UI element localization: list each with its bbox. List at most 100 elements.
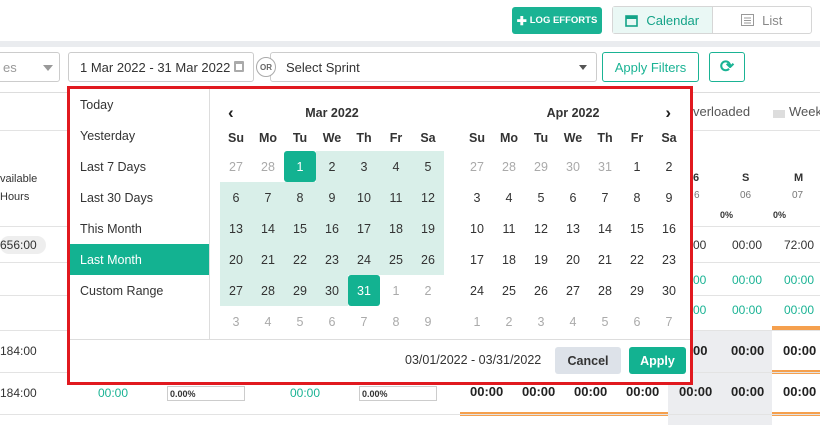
refresh-button[interactable]: ⟳ bbox=[709, 52, 745, 82]
calendar-day[interactable]: 29 bbox=[284, 275, 316, 306]
range-option[interactable]: Last 30 Days bbox=[70, 182, 209, 213]
calendar-day[interactable]: 17 bbox=[461, 244, 493, 275]
calendar-day[interactable]: 5 bbox=[589, 306, 621, 337]
calendar-day[interactable]: 6 bbox=[220, 182, 252, 213]
calendar-day[interactable]: 7 bbox=[589, 182, 621, 213]
calendar-day[interactable]: 30 bbox=[557, 151, 589, 182]
apply-button[interactable]: Apply bbox=[629, 347, 686, 374]
calendar-day[interactable]: 18 bbox=[493, 244, 525, 275]
type-select[interactable]: es bbox=[0, 52, 60, 82]
calendar-day[interactable]: 27 bbox=[220, 275, 252, 306]
range-option[interactable]: Custom Range bbox=[70, 275, 209, 306]
calendar-day[interactable]: 1 bbox=[380, 275, 412, 306]
calendar-day[interactable]: 6 bbox=[621, 306, 653, 337]
calendar-day[interactable]: 15 bbox=[621, 213, 653, 244]
calendar-day[interactable]: 2 bbox=[412, 275, 444, 306]
calendar-day[interactable]: 31 bbox=[348, 275, 380, 306]
calendar-day[interactable]: 24 bbox=[461, 275, 493, 306]
calendar-day[interactable]: 28 bbox=[589, 275, 621, 306]
calendar-day[interactable]: 1 bbox=[461, 306, 493, 337]
calendar-day[interactable]: 27 bbox=[557, 275, 589, 306]
calendar-day[interactable]: 9 bbox=[653, 182, 685, 213]
calendar-day[interactable]: 28 bbox=[252, 275, 284, 306]
calendar-day[interactable]: 11 bbox=[380, 182, 412, 213]
log-efforts-button[interactable]: ✚ LOG EFFORTS bbox=[512, 7, 602, 34]
calendar-day[interactable]: 30 bbox=[653, 275, 685, 306]
range-option[interactable]: Last 7 Days bbox=[70, 151, 209, 182]
calendar-day[interactable]: 27 bbox=[220, 151, 252, 182]
calendar-day[interactable]: 12 bbox=[412, 182, 444, 213]
calendar-day[interactable]: 8 bbox=[380, 306, 412, 337]
calendar-day[interactable]: 25 bbox=[493, 275, 525, 306]
calendar-day[interactable]: 9 bbox=[316, 182, 348, 213]
calendar-day[interactable]: 29 bbox=[525, 151, 557, 182]
calendar-day[interactable]: 3 bbox=[525, 306, 557, 337]
calendar-day[interactable]: 24 bbox=[348, 244, 380, 275]
calendar-day[interactable]: 13 bbox=[220, 213, 252, 244]
calendar-day[interactable]: 2 bbox=[316, 151, 348, 182]
calendar-day[interactable]: 15 bbox=[284, 213, 316, 244]
calendar-day[interactable]: 4 bbox=[557, 306, 589, 337]
calendar-day[interactable]: 23 bbox=[316, 244, 348, 275]
calendar-day[interactable]: 30 bbox=[316, 275, 348, 306]
sprint-select[interactable]: Select Sprint bbox=[270, 52, 597, 82]
calendar-view-button[interactable]: Calendar bbox=[613, 7, 713, 33]
calendar-day[interactable]: 8 bbox=[621, 182, 653, 213]
range-option[interactable]: This Month bbox=[70, 213, 209, 244]
calendar-day[interactable]: 7 bbox=[252, 182, 284, 213]
calendar-day[interactable]: 25 bbox=[380, 244, 412, 275]
calendar-day[interactable]: 4 bbox=[380, 151, 412, 182]
calendar-day[interactable]: 5 bbox=[412, 151, 444, 182]
calendar-day[interactable]: 7 bbox=[348, 306, 380, 337]
calendar-day[interactable]: 7 bbox=[653, 306, 685, 337]
calendar-day[interactable]: 18 bbox=[380, 213, 412, 244]
calendar-day[interactable]: 20 bbox=[220, 244, 252, 275]
calendar-day[interactable]: 19 bbox=[525, 244, 557, 275]
calendar-day[interactable]: 21 bbox=[252, 244, 284, 275]
calendar-day[interactable]: 14 bbox=[252, 213, 284, 244]
cancel-button[interactable]: Cancel bbox=[555, 347, 621, 374]
calendar-day[interactable]: 6 bbox=[557, 182, 589, 213]
calendar-day[interactable]: 5 bbox=[525, 182, 557, 213]
calendar-day[interactable]: 22 bbox=[621, 244, 653, 275]
calendar-day[interactable]: 27 bbox=[461, 151, 493, 182]
calendar-day[interactable]: 9 bbox=[412, 306, 444, 337]
calendar-day[interactable]: 2 bbox=[493, 306, 525, 337]
calendar-day[interactable]: 21 bbox=[589, 244, 621, 275]
calendar-day[interactable]: 8 bbox=[284, 182, 316, 213]
calendar-day[interactable]: 12 bbox=[525, 213, 557, 244]
calendar-day[interactable]: 10 bbox=[348, 182, 380, 213]
calendar-day[interactable]: 20 bbox=[557, 244, 589, 275]
range-option[interactable]: Last Month bbox=[70, 244, 209, 275]
calendar-day[interactable]: 5 bbox=[284, 306, 316, 337]
calendar-day[interactable]: 3 bbox=[461, 182, 493, 213]
calendar-day[interactable]: 22 bbox=[284, 244, 316, 275]
calendar-day[interactable]: 29 bbox=[621, 275, 653, 306]
calendar-day[interactable]: 19 bbox=[412, 213, 444, 244]
list-view-button[interactable]: List bbox=[713, 7, 812, 33]
calendar-day[interactable]: 10 bbox=[461, 213, 493, 244]
calendar-day[interactable]: 3 bbox=[348, 151, 380, 182]
range-option[interactable]: Yesterday bbox=[70, 120, 209, 151]
calendar-day[interactable]: 28 bbox=[493, 151, 525, 182]
calendar-day[interactable]: 4 bbox=[252, 306, 284, 337]
calendar-day[interactable]: 3 bbox=[220, 306, 252, 337]
apply-filters-button[interactable]: Apply Filters bbox=[602, 52, 699, 82]
next-month-arrow[interactable]: › bbox=[665, 103, 671, 123]
calendar-day[interactable]: 11 bbox=[493, 213, 525, 244]
calendar-day[interactable]: 14 bbox=[589, 213, 621, 244]
calendar-day[interactable]: 1 bbox=[284, 151, 316, 182]
calendar-day[interactable]: 28 bbox=[252, 151, 284, 182]
calendar-day[interactable]: 4 bbox=[493, 182, 525, 213]
calendar-day[interactable]: 16 bbox=[316, 213, 348, 244]
date-range-input[interactable]: 1 Mar 2022 - 31 Mar 2022 bbox=[68, 52, 254, 82]
calendar-day[interactable]: 26 bbox=[412, 244, 444, 275]
range-option[interactable]: Today bbox=[70, 89, 209, 120]
calendar-day[interactable]: 13 bbox=[557, 213, 589, 244]
calendar-day[interactable]: 16 bbox=[653, 213, 685, 244]
calendar-day[interactable]: 6 bbox=[316, 306, 348, 337]
calendar-day[interactable]: 17 bbox=[348, 213, 380, 244]
calendar-day[interactable]: 2 bbox=[653, 151, 685, 182]
calendar-day[interactable]: 31 bbox=[589, 151, 621, 182]
calendar-day[interactable]: 23 bbox=[653, 244, 685, 275]
